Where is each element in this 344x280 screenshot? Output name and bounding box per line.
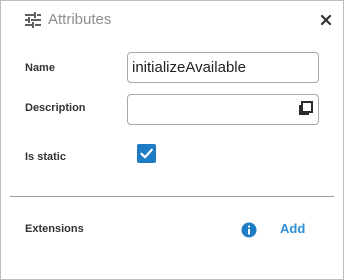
is-static-checkbox[interactable] bbox=[137, 144, 156, 163]
add-extension-button[interactable]: Add bbox=[280, 221, 305, 236]
close-icon[interactable] bbox=[319, 13, 333, 27]
name-input[interactable] bbox=[127, 52, 319, 83]
checkmark-icon bbox=[140, 148, 153, 159]
name-label: Name bbox=[25, 62, 55, 74]
section-divider bbox=[10, 196, 334, 197]
attributes-panel: Attributes Name Description Is static Ex… bbox=[0, 0, 344, 280]
description-label: Description bbox=[25, 102, 86, 114]
info-icon[interactable] bbox=[241, 222, 257, 238]
panel-title: Attributes bbox=[48, 11, 112, 28]
expand-editor-icon[interactable] bbox=[298, 100, 314, 116]
panel-header: Attributes bbox=[1, 1, 343, 41]
extensions-label: Extensions bbox=[25, 223, 84, 235]
sliders-icon bbox=[25, 12, 41, 28]
is-static-label: Is static bbox=[25, 151, 66, 163]
description-input[interactable] bbox=[127, 94, 319, 125]
